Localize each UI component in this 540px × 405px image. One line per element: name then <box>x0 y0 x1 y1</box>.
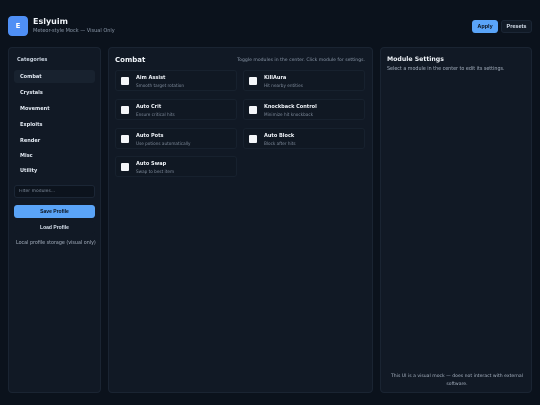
module-card[interactable]: Auto Block Block after hits <box>243 128 365 149</box>
modules-hint: Toggle modules in the center. Click modu… <box>237 58 365 63</box>
module-description: Use potions automatically <box>136 141 191 146</box>
apply-button[interactable]: Apply <box>472 20 498 33</box>
category-utility[interactable]: Utility <box>14 164 95 177</box>
app-header: E Eslyuim Meteor-style Mock — Visual Onl… <box>0 0 540 44</box>
module-name: KillAura <box>264 75 287 81</box>
module-checkbox[interactable] <box>121 163 129 171</box>
save-profile-button[interactable]: Save Profile <box>14 205 95 218</box>
settings-hint: Select a module in the center to edit it… <box>387 67 505 72</box>
module-description: Ensure critical hits <box>136 112 175 117</box>
module-description: Hit nearby entities <box>264 83 303 88</box>
module-name: Aim Assist <box>136 75 166 81</box>
module-card[interactable]: KillAura Hit nearby entities <box>243 70 365 91</box>
module-name: Auto Block <box>264 133 295 139</box>
module-card[interactable]: Knockback Control Minimize hit knockback <box>243 99 365 120</box>
module-checkbox[interactable] <box>249 135 257 143</box>
module-card[interactable]: Aim Assist Smooth target rotation <box>115 70 237 91</box>
module-checkbox[interactable] <box>249 106 257 114</box>
module-name: Auto Crit <box>136 104 162 110</box>
module-description: Smooth target rotation <box>136 83 184 88</box>
module-description: Block after hits <box>264 141 296 146</box>
load-profile-button[interactable]: Load Profile <box>14 221 95 234</box>
module-card[interactable]: Auto Crit Ensure critical hits <box>115 99 237 120</box>
module-checkbox[interactable] <box>121 135 129 143</box>
module-checkbox[interactable] <box>249 77 257 85</box>
category-crystals[interactable]: Crystals <box>14 86 95 99</box>
app-subtitle: Meteor-style Mock — Visual Only <box>33 28 115 34</box>
module-card[interactable]: Auto Swap Swap to best item <box>115 156 237 177</box>
categories-panel: Categories Combat Crystals Movement Expl… <box>8 47 101 393</box>
module-name: Auto Pots <box>136 133 164 139</box>
module-name: Auto Swap <box>136 161 167 167</box>
storage-note: Local profile storage (visual only) <box>16 241 96 246</box>
filter-modules-input[interactable] <box>14 185 95 198</box>
module-checkbox[interactable] <box>121 106 129 114</box>
category-exploits[interactable]: Exploits <box>14 118 95 131</box>
category-movement[interactable]: Movement <box>14 102 95 115</box>
module-settings-panel: Module Settings Select a module in the c… <box>380 47 532 393</box>
app-title: Eslyuim <box>33 17 68 26</box>
presets-button[interactable]: Presets <box>501 20 532 33</box>
category-combat[interactable]: Combat <box>14 70 95 83</box>
module-name: Knockback Control <box>264 104 317 110</box>
category-title: Combat <box>115 56 146 64</box>
module-description: Minimize hit knockback <box>264 112 314 117</box>
settings-title: Module Settings <box>387 56 444 63</box>
category-render[interactable]: Render <box>14 134 95 147</box>
module-card[interactable]: Auto Pots Use potions automatically <box>115 128 237 149</box>
disclaimer-text: This UI is a visual mock — does not inte… <box>390 374 524 387</box>
app-logo: E <box>8 16 28 36</box>
category-misc[interactable]: Misc <box>14 149 95 162</box>
modules-panel: Combat Toggle modules in the center. Cli… <box>108 47 373 393</box>
module-description: Swap to best item <box>136 169 175 174</box>
categories-heading: Categories <box>17 57 48 63</box>
module-checkbox[interactable] <box>121 77 129 85</box>
